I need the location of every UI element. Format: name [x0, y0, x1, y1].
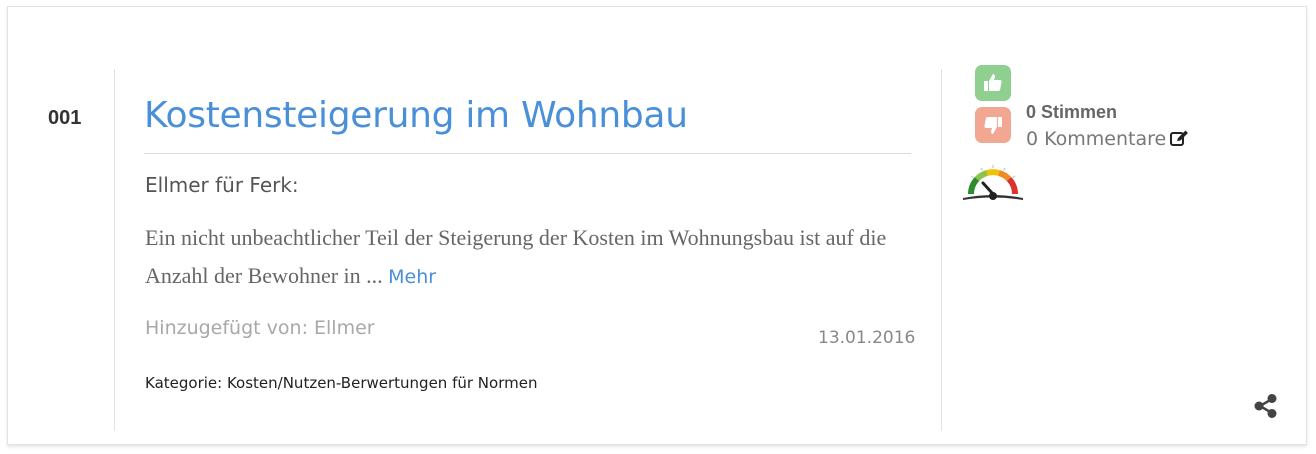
entry-title[interactable]: Kostensteigerung im Wohnbau — [144, 95, 688, 136]
more-link[interactable]: Mehr — [388, 266, 436, 288]
category-label: Kategorie: Kosten/Nutzen-Berwertungen fü… — [145, 374, 538, 392]
edit-icon[interactable] — [1170, 130, 1189, 147]
share-icon[interactable] — [1252, 392, 1280, 420]
author-label: Hinzugefügt von: Ellmer — [145, 317, 375, 339]
divider-right — [941, 69, 942, 431]
entry-excerpt: Ein nicht unbeachtlicher Teil der Steige… — [145, 219, 905, 296]
vote-down-button[interactable] — [975, 107, 1011, 143]
excerpt-text: Ein nicht unbeachtlicher Teil der Steige… — [145, 225, 887, 288]
entry-number: 001 — [48, 107, 82, 129]
title-divider — [144, 153, 911, 154]
thumbs-down-icon — [984, 117, 1002, 134]
entry-subheading: Ellmer für Ferk: — [145, 173, 299, 197]
rating-gauge-icon — [963, 165, 1023, 200]
votes-count: 0 Stimmen — [1026, 102, 1118, 122]
divider-left — [114, 69, 115, 431]
comments-link[interactable]: 0 Kommentare — [1026, 128, 1189, 150]
vote-up-button[interactable] — [975, 65, 1011, 101]
comments-count: 0 Kommentare — [1026, 128, 1167, 150]
thumbs-up-icon — [984, 74, 1002, 91]
entry-card: 001 Kostensteigerung im Wohnbau Ellmer f… — [7, 6, 1307, 445]
entry-date: 13.01.2016 — [818, 328, 916, 348]
